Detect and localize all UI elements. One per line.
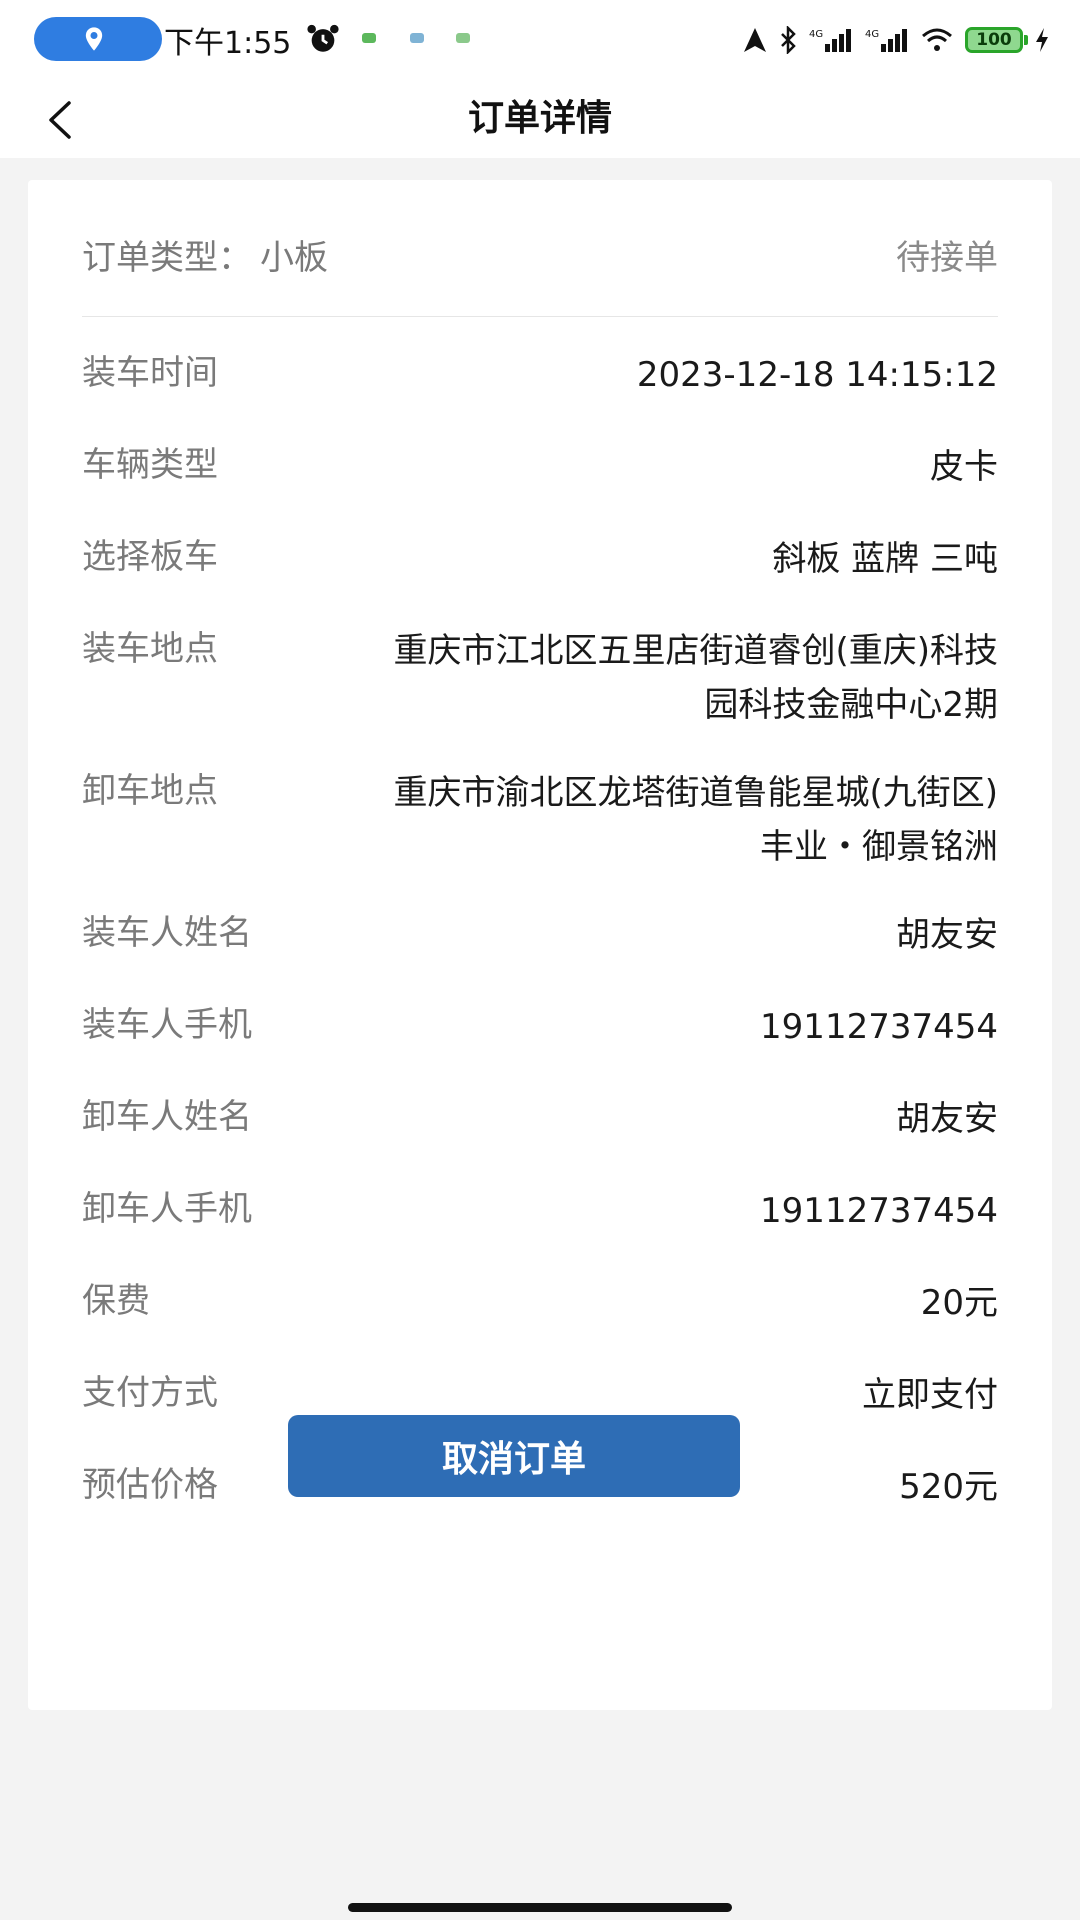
detail-row-trailer: 选择板车 斜板 蓝牌 三吨 — [82, 532, 998, 586]
detail-row-loader-phone: 装车人手机 19112737454 — [82, 1000, 998, 1054]
page-title: 订单详情 — [467, 98, 612, 139]
detail-row-unload-address: 卸车地点 重庆市渝北区龙塔街道鲁能星城(九街区)丰业・御景铭洲 — [82, 766, 998, 874]
sim-notification-icon — [456, 33, 470, 43]
detail-label: 装车人手机 — [82, 1005, 252, 1045]
detail-label: 预估价格 — [82, 1465, 218, 1505]
signal-4g-icon-2: 4G — [865, 29, 907, 52]
detail-value: 胡友安 — [896, 915, 998, 955]
detail-value: 胡友安 — [896, 1099, 998, 1139]
bluetooth-icon — [781, 26, 796, 54]
detail-row-unloader-phone: 卸车人手机 19112737454 — [82, 1184, 998, 1238]
detail-label: 卸车地点 — [82, 771, 218, 811]
back-button[interactable] — [34, 90, 86, 150]
location-pin-icon — [85, 27, 103, 51]
detail-label: 装车时间 — [82, 353, 218, 393]
status-time: 下午1:55 — [164, 26, 292, 61]
charging-icon — [1036, 28, 1048, 52]
home-indicator[interactable] — [348, 1903, 732, 1912]
chevron-left-icon — [49, 101, 71, 139]
detail-row-insurance: 保费 20元 — [82, 1276, 998, 1330]
detail-value: 2023-12-18 14:15:12 — [636, 355, 998, 395]
detail-value: 520元 — [899, 1467, 998, 1507]
detail-row-vehicle-type: 车辆类型 皮卡 — [82, 440, 998, 494]
order-type-row: 订单类型： 小板 待接单 — [82, 216, 998, 317]
order-type-caption: 订单类型： — [82, 237, 252, 278]
battery-cap — [1024, 35, 1028, 45]
wechat-notification-icon — [362, 33, 376, 43]
svg-text:4G: 4G — [865, 29, 879, 40]
cancel-order-button[interactable]: 取消订单 — [288, 1415, 740, 1497]
order-status: 待接单 — [896, 237, 998, 278]
navigation-bar: 订单详情 — [0, 80, 1080, 158]
detail-value[interactable]: 19112737454 — [760, 1000, 998, 1054]
order-type-value: 小板 — [260, 237, 328, 278]
status-bar: 下午1:55 4G 4G 100 — [0, 0, 1080, 80]
detail-label: 支付方式 — [82, 1373, 218, 1413]
battery-icon: 100 — [965, 27, 1023, 53]
wifi-icon — [922, 28, 952, 51]
navigation-arrow-icon — [744, 28, 766, 52]
detail-label: 卸车人姓名 — [82, 1097, 252, 1137]
svg-text:4G: 4G — [809, 29, 823, 40]
detail-row-load-address: 装车地点 重庆市江北区五里店街道睿创(重庆)科技园科技金融中心2期 — [82, 624, 998, 732]
detail-value: 斜板 蓝牌 三吨 — [772, 539, 998, 579]
detail-value: 20元 — [920, 1283, 998, 1323]
alarm-icon — [307, 24, 339, 52]
detail-label: 选择板车 — [82, 537, 218, 577]
detail-label: 卸车人手机 — [82, 1189, 252, 1229]
detail-value[interactable]: 19112737454 — [760, 1184, 998, 1238]
order-type-label: 订单类型： 小板 — [82, 230, 328, 279]
detail-row-unloader-name: 卸车人姓名 胡友安 — [82, 1092, 998, 1146]
detail-label: 保费 — [82, 1281, 150, 1321]
detail-value: 重庆市江北区五里店街道睿创(重庆)科技园科技金融中心2期 — [393, 631, 998, 725]
detail-label: 装车人姓名 — [82, 913, 252, 953]
detail-label: 装车地点 — [82, 629, 218, 669]
signal-4g-icon: 4G — [809, 29, 851, 52]
detail-label: 车辆类型 — [82, 445, 218, 485]
detail-row-loader-name: 装车人姓名 胡友安 — [82, 908, 998, 962]
detail-row-load-time: 装车时间 2023-12-18 14:15:12 — [82, 348, 998, 402]
app-notification-icon — [410, 33, 424, 43]
status-icons: 4G 4G 100 — [743, 20, 1050, 60]
detail-value: 皮卡 — [930, 447, 998, 487]
detail-value: 重庆市渝北区龙塔街道鲁能星城(九街区)丰业・御景铭洲 — [393, 773, 998, 867]
detail-row-payment-method: 支付方式 立即支付 — [82, 1368, 998, 1422]
location-pill[interactable] — [34, 17, 162, 61]
detail-value: 立即支付 — [862, 1375, 998, 1415]
